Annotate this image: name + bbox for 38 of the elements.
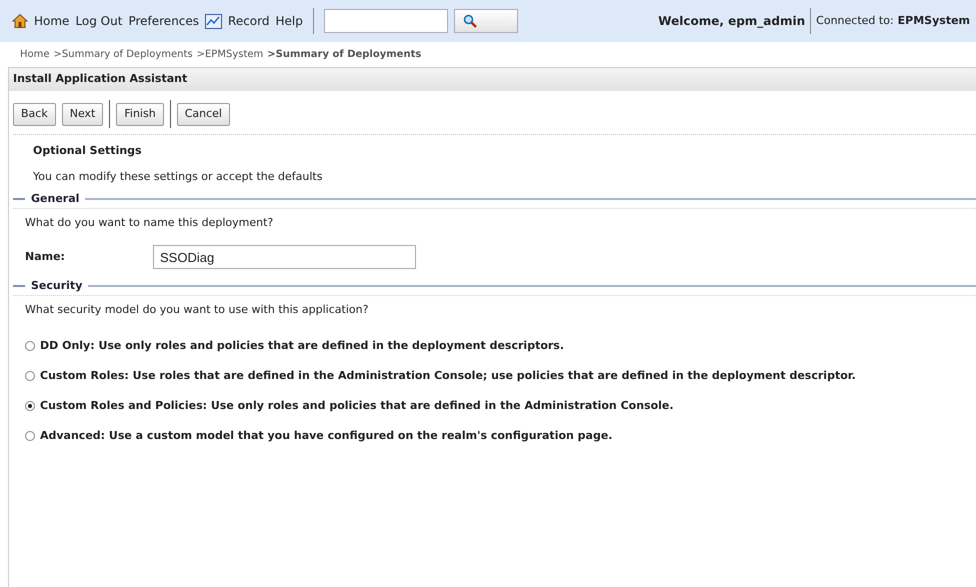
- breadcrumb-current: >Summary of Deployments: [267, 48, 422, 62]
- breadcrumb-link[interactable]: Home: [20, 47, 50, 62]
- name-field[interactable]: SSODiag: [153, 245, 416, 269]
- panel-title: Install Application Assistant: [13, 71, 188, 88]
- search-field[interactable]: [324, 9, 448, 33]
- radio-button[interactable]: [25, 341, 35, 351]
- section-legend: Security: [25, 278, 88, 294]
- section-heading: Optional Settings: [32, 142, 143, 159]
- home-icon: [12, 13, 28, 29]
- radio-button[interactable]: [25, 401, 35, 411]
- option-label: Custom Roles: Use roles that are defined in the Administration Console; use policies that are defined in the deployment descriptor.: [40, 368, 856, 384]
- wizard-button[interactable]: Next: [62, 102, 104, 126]
- intro-text: You can modify these settings or accept the defaults: [32, 168, 324, 185]
- nav-link[interactable]: Home: [34, 12, 70, 30]
- radio-button[interactable]: [25, 371, 35, 381]
- wizard-button[interactable]: Back: [13, 102, 56, 126]
- welcome-text: Welcome, epm_admin: [658, 13, 806, 30]
- nav-link[interactable]: Log Out: [75, 12, 122, 30]
- field-label: Name:: [25, 248, 66, 265]
- option-label: Advanced: Use a custom model that you have configured on the realm's configuration page.: [40, 428, 612, 444]
- connection-label: Connected to:: [816, 12, 894, 29]
- nav-link[interactable]: Help: [276, 12, 303, 30]
- wizard-button[interactable]: Finish: [116, 102, 164, 126]
- option-label: Custom Roles and Policies: Use only roles and policies that are defined in the Administration Console.: [40, 398, 674, 414]
- option-label: DD Only: Use only roles and policies that are defined in the deployment descriptors.: [40, 338, 564, 354]
- breadcrumb-link[interactable]: >Summary of Deployments: [54, 47, 193, 62]
- search-button[interactable]: [454, 9, 518, 33]
- question-text: What security model do you want to use with this application?: [24, 302, 370, 318]
- breadcrumb-link[interactable]: >EPMSystem: [196, 47, 264, 62]
- nav-link[interactable]: Record: [228, 12, 270, 30]
- wizard-button[interactable]: Cancel: [176, 102, 230, 126]
- question-text: What do you want to name this deployment?: [24, 214, 274, 231]
- nav-link[interactable]: Preferences: [128, 12, 200, 30]
- radio-button[interactable]: [25, 431, 35, 441]
- search-icon: [462, 14, 477, 28]
- section-legend: General: [25, 190, 86, 208]
- chart-icon: [205, 14, 222, 28]
- connection-value: EPMSystem: [898, 12, 970, 29]
